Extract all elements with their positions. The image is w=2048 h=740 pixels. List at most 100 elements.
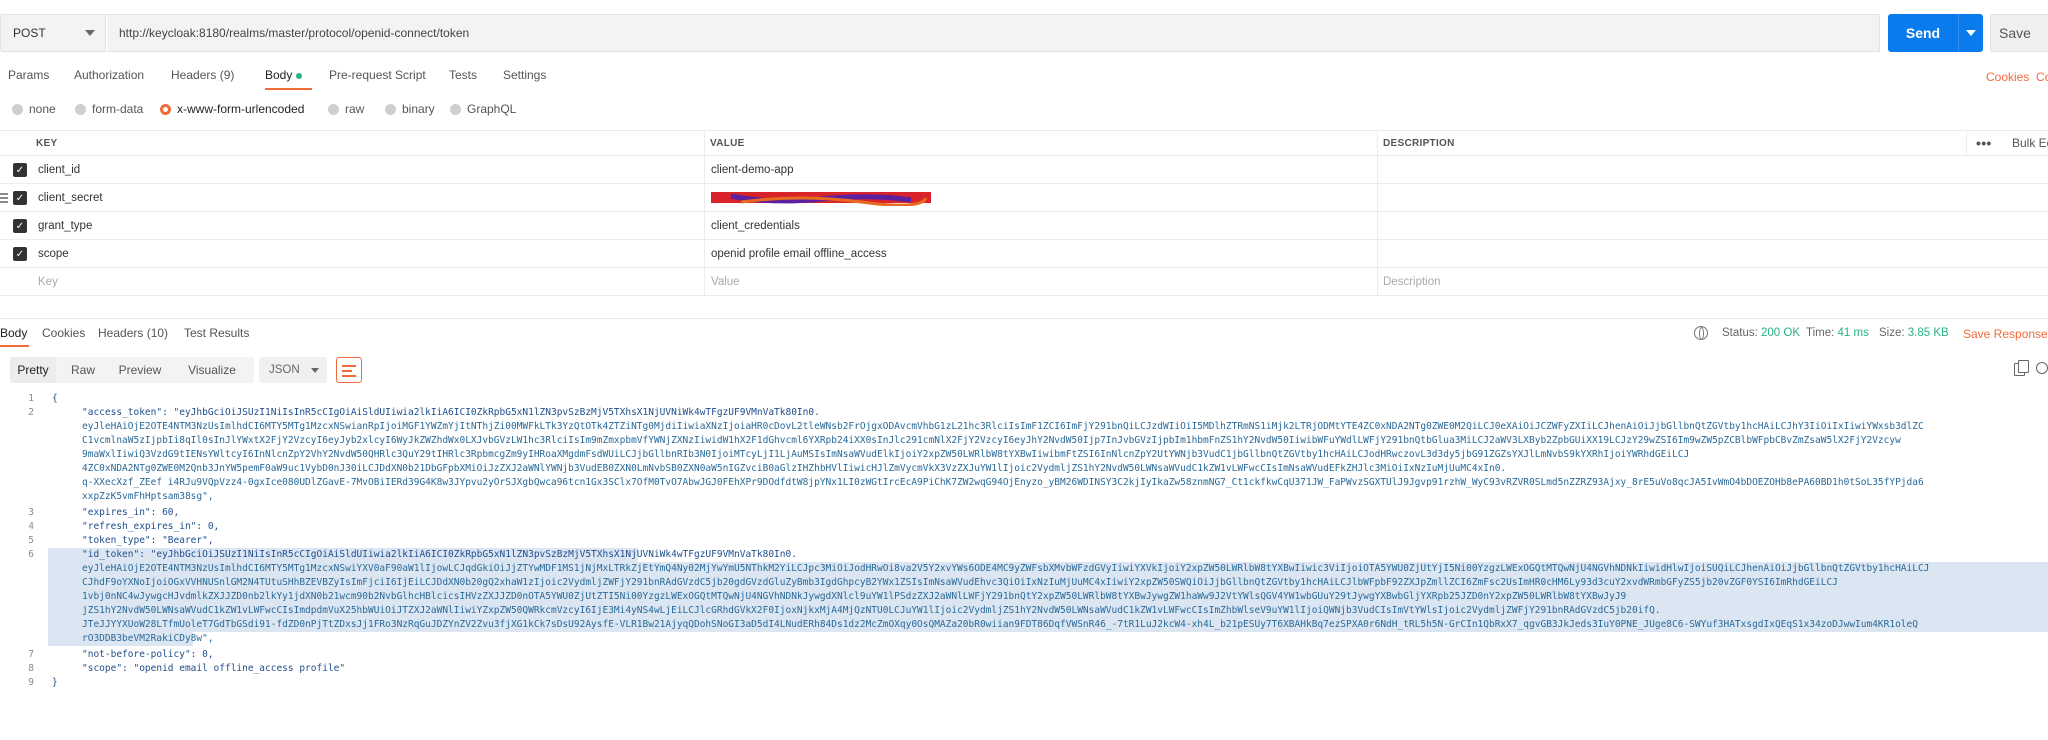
radio-circle-icon (385, 103, 396, 115)
tab-prerequest-script[interactable]: Pre-request Script (329, 68, 426, 82)
code-line: eyJleHAiOjE2OTE4NTM3NzUsImlhdCI6MTY5MTg1… (82, 563, 1930, 574)
code-line: 6 "id_token": "eyJhbGciOiJSUzI1NiIsInR5cC… (28, 549, 797, 560)
radio-circle-icon (328, 103, 339, 115)
tab-tests[interactable]: Tests (449, 68, 477, 82)
chevron-down-icon (311, 368, 319, 373)
send-button[interactable]: Send (1888, 14, 1983, 52)
tab-response-cookies[interactable]: Cookies (42, 326, 85, 340)
tab-body-label: Body (265, 68, 293, 82)
status-dot-icon (296, 72, 303, 79)
size-value[interactable]: 3.85 KB (1908, 327, 1949, 339)
param-value[interactable]: client_credentials (711, 212, 800, 239)
new-description-input[interactable]: Description (1383, 268, 1441, 295)
url-input[interactable]: http://keycloak:8180/realms/master/proto… (107, 14, 1880, 52)
code-line: 3 "expires_in": 60, (28, 507, 180, 518)
new-value-input[interactable]: Value (711, 268, 740, 295)
bulk-edit-link[interactable]: Bulk Ed (2012, 131, 2048, 155)
view-mode-raw[interactable]: Raw (60, 357, 106, 383)
checkbox-checked-icon[interactable]: ✓ (13, 247, 27, 261)
checkbox-checked-icon[interactable]: ✓ (13, 163, 27, 177)
table-row: ✓ grant_type client_credentials (0, 212, 2048, 240)
active-tab-indicator (0, 345, 29, 347)
tab-response-headers[interactable]: Headers (10) (98, 326, 168, 340)
code-line: 4 "refresh_expires_in": 0, (28, 521, 220, 532)
tab-response-body[interactable]: Body (0, 326, 27, 340)
code-line: q-XXecXzf_ZEef i4RJu9VQpVzz4-0gxIce080UD… (82, 477, 1924, 488)
status-value[interactable]: 200 OK (1761, 327, 1800, 339)
checkbox-checked-icon[interactable]: ✓ (13, 191, 27, 205)
radio-raw[interactable]: raw (328, 102, 364, 116)
radio-none[interactable]: none (12, 102, 56, 116)
param-value[interactable]: openid profile email offline_access (711, 240, 887, 267)
param-key[interactable]: client_secret (38, 184, 103, 211)
tab-body[interactable]: Body (265, 68, 303, 82)
cookies-label: Cookies (1986, 70, 2030, 84)
checkbox-checked-icon[interactable]: ✓ (13, 219, 27, 233)
response-view-bar: Pretty Raw Preview Visualize JSON (0, 357, 2048, 383)
request-tabs: Params Authorization Headers (9) Body Pr… (0, 68, 2048, 88)
format-label: JSON (269, 364, 300, 376)
column-header-value: VALUE (710, 137, 745, 149)
size-readout: Size: 3.85 KB (1879, 327, 1949, 339)
method-select[interactable]: POST (0, 14, 106, 52)
table-row-new: Key Value Description (0, 268, 2048, 296)
code-line: rO3DDB3beVM2RakiCDy8w", (82, 633, 214, 644)
code-line: 8 "scope": "openid email offline_access p… (28, 663, 346, 674)
radio-binary[interactable]: binary (385, 102, 435, 116)
param-value[interactable]: client-demo-app (711, 156, 793, 183)
table-row: ✓ client_secret (0, 184, 2048, 212)
radio-form-data[interactable]: form-data (75, 102, 143, 116)
search-icon[interactable] (2036, 362, 2048, 374)
tab-headers[interactable]: Headers (9) (171, 68, 234, 82)
radio-circle-icon (450, 103, 461, 115)
send-options-button[interactable] (1959, 30, 1983, 36)
code-line: 9maWxlIiwiQ3VzdG9tIENsYWltcyI6InNlcnZpY2… (82, 449, 1690, 460)
code-line: 1{ (28, 393, 58, 404)
tab-test-results[interactable]: Test Results (184, 326, 249, 340)
request-url-bar: POST http://keycloak:8180/realms/master/… (0, 14, 2048, 52)
code-line: 1vbj0nNC4wJywgcHJvdmlkZXJJZD0nb2lkYy1jdX… (82, 591, 1627, 602)
redacted-value-scribble (711, 192, 931, 206)
code-line: C1vcmlnaW5zIjpbIi8qIl0sInJlYWxtX2FjY2Vzc… (82, 435, 1901, 446)
copy-icon[interactable] (2014, 360, 2029, 376)
response-divider (0, 318, 2048, 319)
param-key[interactable]: grant_type (38, 212, 92, 239)
column-header-key: KEY (36, 137, 58, 149)
code-link[interactable]: Co (2036, 70, 2048, 84)
param-key[interactable]: scope (38, 240, 69, 267)
code-line: 9} (28, 677, 58, 688)
format-select[interactable]: JSON (259, 357, 327, 383)
wrap-lines-icon[interactable] (336, 357, 362, 383)
radio-x-www-form-urlencoded[interactable]: x-www-form-urlencoded (160, 102, 304, 116)
table-header-row: KEY VALUE DESCRIPTION ••• Bulk Ed (0, 130, 2048, 156)
radio-circle-icon (75, 103, 86, 115)
time-value[interactable]: 41 ms (1838, 327, 1869, 339)
drag-handle-icon[interactable] (0, 193, 8, 203)
code-line: jZS1hY2NvdW50LWNsaWVudC1kZW1vLWFwcCIsImd… (82, 605, 1661, 616)
code-line: 7 "not-before-policy": 0, (28, 649, 214, 660)
status-readout: Status: 200 OK (1722, 327, 1801, 339)
code-line: eyJleHAiOjE2OTE4NTM3NzUsImlhdCI6MTY5MTg1… (82, 421, 1924, 432)
cookies-link[interactable]: Cookies Co (1986, 70, 2048, 84)
more-options-icon[interactable]: ••• (1976, 131, 1992, 155)
code-line: 5 "token_type": "Bearer", (28, 535, 214, 546)
save-response-button[interactable]: Save Response (1963, 327, 2048, 341)
save-button[interactable]: Save (1990, 14, 2048, 52)
tab-authorization[interactable]: Authorization (74, 68, 144, 82)
code-line: 4ZC0xNDA2NTg0ZWE0M2Qnb3JnYW5pemF0aW9uc1V… (82, 463, 1507, 474)
radio-graphql[interactable]: GraphQL (450, 102, 516, 116)
globe-icon[interactable] (1694, 326, 1708, 340)
view-mode-group: Pretty Raw Preview Visualize (10, 357, 254, 383)
radio-circle-icon (12, 103, 23, 115)
new-key-input[interactable]: Key (38, 268, 58, 295)
tab-settings[interactable]: Settings (503, 68, 546, 82)
table-row: ✓ scope openid profile email offline_acc… (0, 240, 2048, 268)
view-mode-pretty[interactable]: Pretty (10, 357, 56, 383)
chevron-down-icon (1966, 30, 1976, 36)
code-line: CJhdF9oYXNoIjoiOGxVVHNUSnlGM2N4TUtuSHhBZ… (82, 577, 1838, 588)
code-line: 2 "access_token": "eyJhbGciOiJSUzI1NiIsIn… (28, 407, 820, 418)
param-key[interactable]: client_id (38, 156, 80, 183)
view-mode-preview[interactable]: Preview (110, 357, 170, 383)
view-mode-visualize[interactable]: Visualize (174, 357, 250, 383)
tab-params[interactable]: Params (8, 68, 49, 82)
